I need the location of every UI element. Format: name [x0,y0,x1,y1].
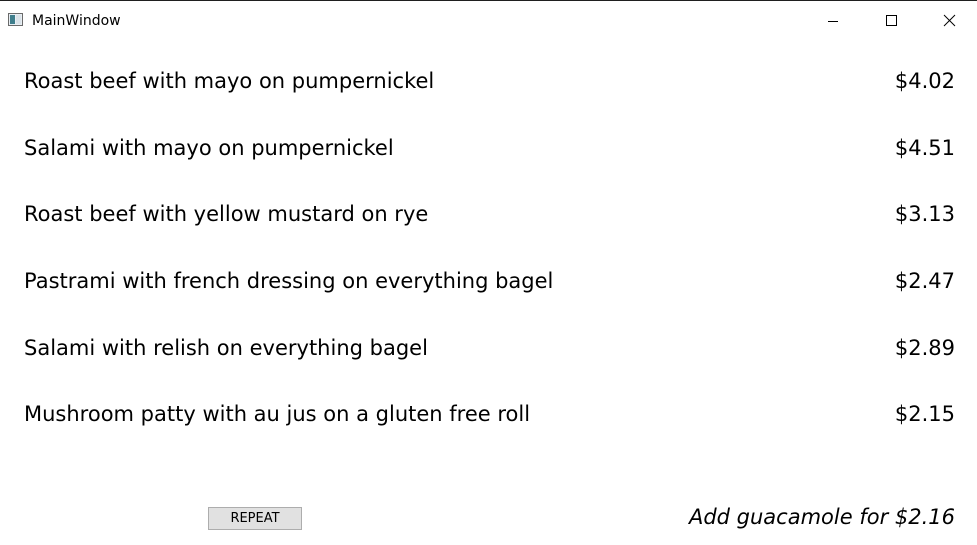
menu-item: Roast beef with yellow mustard on rye $3… [0,194,977,234]
repeat-button[interactable]: REPEAT [208,507,302,530]
app-window-icon [8,13,23,26]
close-button[interactable] [920,2,977,39]
menu-item-name: Salami with mayo on pumpernickel [24,136,394,160]
menu-item-price: $4.51 [894,136,955,160]
menu-item-price: $2.89 [894,336,955,360]
window-title: MainWindow [32,13,121,29]
menu-item-price: $2.47 [894,269,955,293]
menu-item-name: Pastrami with french dressing on everyth… [24,269,554,293]
close-icon [943,14,956,27]
menu-item-price: $2.15 [894,402,955,426]
menu-item-price: $4.02 [894,69,955,93]
maximize-icon [886,15,897,26]
menu-item: Roast beef with mayo on pumpernickel $4.… [0,61,977,101]
minimize-icon [828,21,838,22]
maximize-button[interactable] [862,2,920,39]
promo-text: Add guacamole for $2.16 [688,505,955,529]
menu-item: Pastrami with french dressing on everyth… [0,261,977,301]
menu-item: Salami with relish on everything bagel $… [0,328,977,368]
title-bar[interactable]: MainWindow [0,1,977,39]
menu-item: Salami with mayo on pumpernickel $4.51 [0,128,977,168]
minimize-button[interactable] [804,2,862,39]
menu-item: Mushroom patty with au jus on a gluten f… [0,394,977,434]
menu-item-price: $3.13 [894,202,955,226]
menu-item-name: Salami with relish on everything bagel [24,336,428,360]
main-window: MainWindow Roast beef with mayo on pumpe… [0,0,977,545]
menu-item-name: Mushroom patty with au jus on a gluten f… [24,402,531,426]
menu-item-name: Roast beef with mayo on pumpernickel [24,69,435,93]
menu-item-name: Roast beef with yellow mustard on rye [24,202,429,226]
